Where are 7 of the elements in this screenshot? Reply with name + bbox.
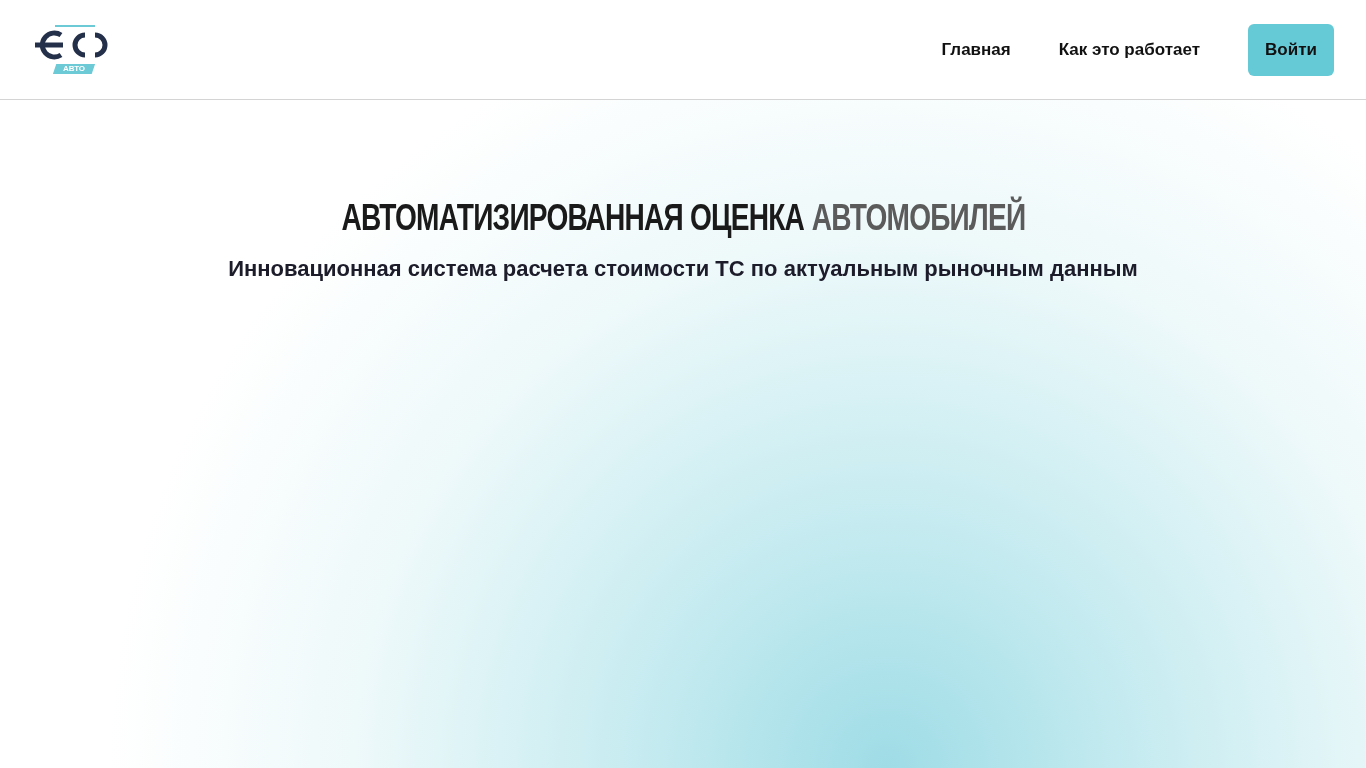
hero-title-accent: АВТОМОБИЛЕЙ: [811, 196, 1025, 240]
nav-link[interactable]: Как это работает: [1058, 36, 1200, 63]
hero-subtitle: Инновационная система расчета стоимости ТС по актуальным рыночным данным: [228, 255, 1138, 283]
logo-badge: АВТО: [52, 64, 96, 74]
login-button[interactable]: Войти: [1248, 23, 1334, 76]
hero-title: АВТОМАТИЗИРОВАННАЯ ОЦЕНКА: [341, 196, 804, 240]
nav-link[interactable]: Главная: [941, 36, 1011, 63]
